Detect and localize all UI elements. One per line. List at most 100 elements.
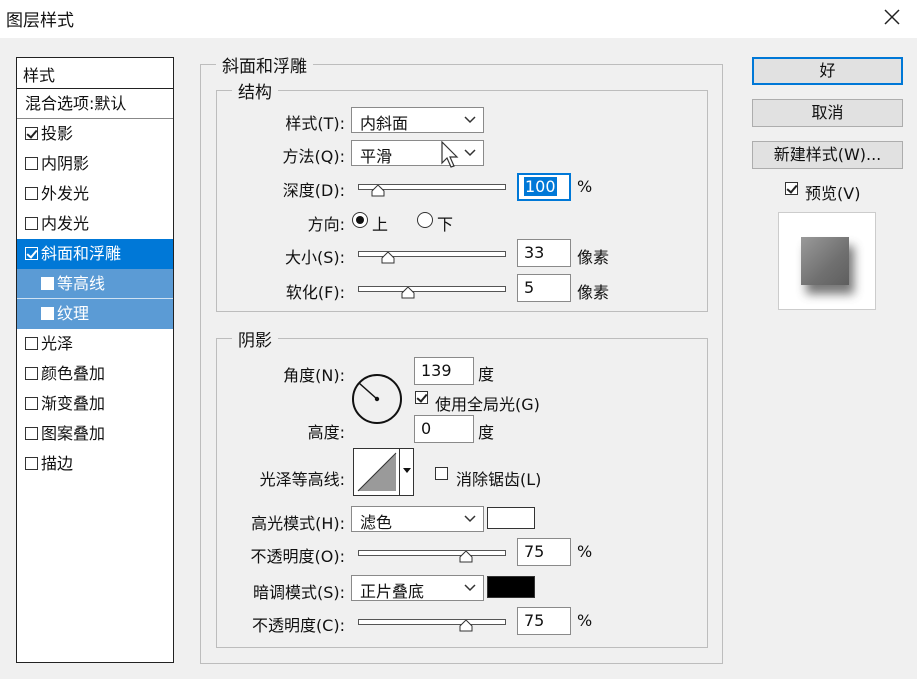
- technique-value: 平滑: [360, 147, 393, 166]
- depth-slider[interactable]: [358, 178, 506, 198]
- shadow-opacity-slider-track: [358, 619, 506, 625]
- close-button[interactable]: [881, 6, 903, 28]
- style-item[interactable]: 等高线: [17, 269, 173, 299]
- highlight-opacity-input[interactable]: 75: [517, 538, 571, 566]
- style-item-checkbox[interactable]: [25, 247, 38, 260]
- style-item[interactable]: 颜色叠加: [17, 359, 173, 389]
- angle-value: 139: [421, 361, 452, 380]
- style-item-label: 投影: [41, 124, 74, 143]
- soften-value: 5: [524, 278, 535, 297]
- shadow-mode-label: 暗调模式(S):: [252, 583, 345, 602]
- new-style-button[interactable]: 新建样式(W)...: [752, 141, 903, 169]
- anti-aliased-label: 消除锯齿(L): [456, 470, 542, 489]
- style-item[interactable]: 光泽: [17, 329, 173, 359]
- chevron-down-icon: [464, 116, 476, 124]
- chevron-down-icon: [464, 515, 476, 523]
- style-item[interactable]: 内发光: [17, 209, 173, 239]
- slider-thumb-icon[interactable]: [401, 287, 415, 299]
- style-item-label: 光泽: [41, 334, 74, 353]
- close-icon: [884, 9, 900, 25]
- soften-input[interactable]: 5: [517, 274, 571, 302]
- size-slider[interactable]: [358, 245, 506, 265]
- direction-up-radio[interactable]: [352, 212, 368, 228]
- style-item-checkbox[interactable]: [41, 307, 54, 320]
- highlight-mode-select[interactable]: 滤色: [351, 506, 484, 532]
- style-item-checkbox[interactable]: [25, 127, 38, 140]
- angle-unit: 度: [478, 365, 495, 384]
- global-light-checkbox[interactable]: [415, 391, 428, 404]
- style-item[interactable]: 斜面和浮雕: [17, 239, 173, 269]
- preview-swatch: [801, 237, 849, 285]
- direction-down-label: 下: [437, 215, 454, 234]
- chevron-down-icon: [464, 149, 476, 157]
- style-item[interactable]: 内阴影: [17, 149, 173, 179]
- style-item-checkbox[interactable]: [25, 397, 38, 410]
- style-item[interactable]: 投影: [17, 119, 173, 149]
- altitude-label: 高度:: [307, 423, 345, 442]
- style-item[interactable]: 图案叠加: [17, 419, 173, 449]
- slider-thumb-icon[interactable]: [459, 551, 473, 563]
- style-item-label: 斜面和浮雕: [41, 244, 122, 263]
- shadow-opacity-unit: %: [577, 611, 593, 630]
- altitude-unit: 度: [478, 423, 495, 442]
- highlight-opacity-slider[interactable]: [358, 544, 506, 564]
- shadow-color-swatch[interactable]: [487, 576, 535, 598]
- depth-input[interactable]: 100: [517, 173, 571, 201]
- slider-thumb-icon[interactable]: [459, 620, 473, 632]
- slider-thumb-icon[interactable]: [371, 185, 385, 197]
- preview-checkbox[interactable]: [785, 182, 798, 195]
- highlight-mode-value: 滤色: [360, 513, 393, 532]
- style-item[interactable]: 描边: [17, 449, 173, 479]
- shadow-opacity-label: 不透明度(C):: [251, 616, 345, 635]
- style-item-checkbox[interactable]: [25, 457, 38, 470]
- technique-select[interactable]: 平滑: [351, 140, 484, 166]
- gloss-contour-picker[interactable]: [353, 448, 414, 496]
- cancel-button[interactable]: 取消: [752, 99, 903, 127]
- shadow-opacity-value: 75: [524, 611, 545, 630]
- shading-title: 阴影: [232, 326, 278, 351]
- shadow-opacity-slider[interactable]: [358, 613, 506, 633]
- preview-label: 预览(V): [805, 184, 861, 203]
- bevel-emboss-title: 斜面和浮雕: [216, 52, 313, 77]
- styles-header: 样式: [17, 58, 173, 89]
- shadow-mode-value: 正片叠底: [360, 582, 425, 601]
- altitude-value: 0: [421, 419, 432, 438]
- size-unit: 像素: [577, 248, 610, 267]
- style-item-checkbox[interactable]: [25, 187, 38, 200]
- size-input[interactable]: 33: [517, 239, 571, 267]
- style-item-checkbox[interactable]: [25, 367, 38, 380]
- style-item-label: 图案叠加: [41, 424, 106, 443]
- ok-button[interactable]: 好: [752, 57, 903, 85]
- style-item-checkbox[interactable]: [25, 337, 38, 350]
- style-item[interactable]: 纹理: [17, 299, 173, 329]
- style-item-checkbox[interactable]: [25, 217, 38, 230]
- soften-slider-track: [358, 286, 506, 292]
- style-item[interactable]: 渐变叠加: [17, 389, 173, 419]
- slider-thumb-icon[interactable]: [381, 252, 395, 264]
- soften-unit: 像素: [577, 283, 610, 302]
- gloss-contour-label: 光泽等高线:: [259, 470, 345, 489]
- highlight-mode-label: 高光模式(H):: [251, 514, 345, 533]
- angle-dial[interactable]: [350, 372, 404, 426]
- style-item[interactable]: 外发光: [17, 179, 173, 209]
- angle-indicator: [358, 382, 378, 400]
- altitude-input[interactable]: 0: [414, 415, 474, 443]
- style-preview: [778, 212, 876, 310]
- style-item-label: 内发光: [41, 214, 90, 233]
- shadow-mode-select[interactable]: 正片叠底: [351, 575, 484, 601]
- anti-aliased-checkbox[interactable]: [435, 467, 448, 480]
- style-item-checkbox[interactable]: [25, 157, 38, 170]
- soften-slider[interactable]: [358, 280, 506, 300]
- style-item-label: 描边: [41, 454, 74, 473]
- direction-down-radio[interactable]: [417, 212, 433, 228]
- bevel-style-select[interactable]: 内斜面: [351, 107, 484, 133]
- title-bar: 图层样式: [0, 0, 917, 38]
- angle-input[interactable]: 139: [414, 357, 474, 385]
- shadow-opacity-input[interactable]: 75: [517, 607, 571, 635]
- highlight-opacity-unit: %: [577, 542, 593, 561]
- blending-options-item[interactable]: 混合选项:默认: [17, 89, 173, 119]
- style-item-checkbox[interactable]: [25, 427, 38, 440]
- highlight-color-swatch[interactable]: [487, 507, 535, 529]
- size-value: 33: [524, 243, 545, 262]
- style-item-checkbox[interactable]: [41, 277, 54, 290]
